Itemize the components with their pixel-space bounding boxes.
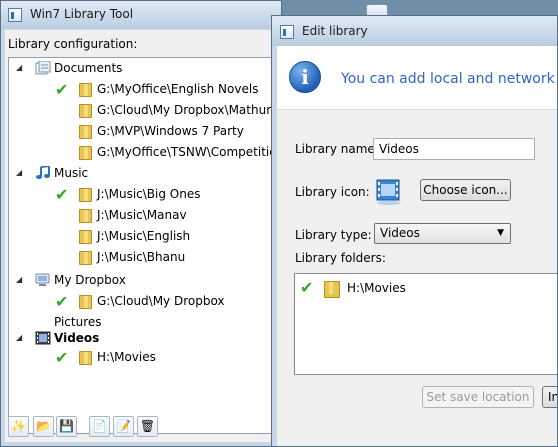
check-icon: ✔ xyxy=(55,80,69,99)
app-icon xyxy=(8,8,22,22)
dialog-titlebar[interactable]: Edit library xyxy=(272,16,557,46)
folder-icon xyxy=(79,351,92,365)
check-icon: ✔ xyxy=(55,348,69,367)
library-name: Music xyxy=(54,166,89,180)
video-library-icon xyxy=(375,174,405,206)
folder-icon xyxy=(79,209,92,223)
delete-icon[interactable]: 🗑 xyxy=(137,416,158,437)
collapse-arrow-icon[interactable]: ◢ xyxy=(16,333,22,342)
check-icon: ✔ xyxy=(55,292,69,311)
collapse-arrow-icon[interactable]: ◢ xyxy=(16,63,22,72)
folder-icon xyxy=(79,251,92,265)
set-save-location-button[interactable]: Set save location xyxy=(422,386,534,408)
library-name-label: Library name: xyxy=(295,142,379,156)
library-name: My Dropbox xyxy=(54,273,126,287)
folder-path: G:\Cloud\My Dropbox\Mathurs xyxy=(97,103,278,117)
folder-path: J:\Music\English xyxy=(97,229,191,243)
folder-path: J:\Music\Bhanu xyxy=(97,250,186,264)
folder-path: H:\Movies xyxy=(347,281,406,295)
library-tree[interactable]: ◢ Documents ✔ G:\MyOffice\English Novels… xyxy=(8,57,284,434)
new-library-icon[interactable]: 📄 xyxy=(89,416,110,437)
include-folder-button[interactable]: In xyxy=(542,386,557,408)
folder-icon xyxy=(79,146,92,160)
window-title: Win7 Library Tool xyxy=(30,7,134,21)
library-config-label: Library configuration: xyxy=(8,37,138,51)
folder-path: G:\MyOffice\English Novels xyxy=(97,82,259,96)
collapse-arrow-icon[interactable]: ◢ xyxy=(16,168,22,177)
open-folder-icon[interactable]: 📂 xyxy=(33,416,54,437)
library-type-value: Videos xyxy=(380,226,420,240)
library-tool-window: Win7 Library Tool Library configuration:… xyxy=(0,0,388,447)
folder-path: G:\Cloud\My Dropbox xyxy=(97,294,225,308)
save-icon[interactable]: 💾 xyxy=(56,416,77,437)
folder-path: J:\Music\Manav xyxy=(97,208,187,222)
app-icon xyxy=(280,25,294,39)
folder-icon xyxy=(324,281,340,298)
dialog-header: i You can add local and network fold xyxy=(277,46,557,110)
folder-icon xyxy=(79,230,92,244)
library-type-label: Library type: xyxy=(295,228,372,242)
dialog-client-area: i You can add local and network fold Lib… xyxy=(277,46,557,446)
main-titlebar[interactable]: Win7 Library Tool xyxy=(1,1,388,29)
library-name: Videos xyxy=(54,331,100,345)
folder-path: G:\MyOffice\TSNW\Competition xyxy=(97,145,285,159)
folder-icon xyxy=(79,188,92,202)
library-folders-label: Library folders: xyxy=(295,251,386,265)
folder-path: H:\Movies xyxy=(97,350,156,364)
collapse-arrow-icon[interactable]: ◢ xyxy=(16,275,22,284)
documents-library-icon xyxy=(35,60,51,75)
folder-path: J:\Music\Big Ones xyxy=(97,187,201,201)
folder-icon xyxy=(79,104,92,118)
library-icon-label: Library icon: xyxy=(295,185,370,199)
dropdown-arrow-icon: ▼ xyxy=(497,228,504,238)
edit-library-icon[interactable]: 📝 xyxy=(113,416,134,437)
main-client-area: Library configuration: ◢ Documents ✔ G:\… xyxy=(5,30,284,442)
dialog-header-text: You can add local and network fold xyxy=(341,71,557,87)
videos-library-icon xyxy=(35,331,51,345)
library-folders-list[interactable]: ✔ H:\Movies xyxy=(294,273,557,375)
dialog-title: Edit library xyxy=(302,24,368,38)
info-icon: i xyxy=(289,61,321,93)
library-name-input[interactable] xyxy=(373,138,535,160)
choose-icon-button[interactable]: Choose icon... xyxy=(420,179,511,201)
edit-library-dialog: Edit library i You can add local and net… xyxy=(271,15,558,447)
library-name: Documents xyxy=(54,61,123,75)
folder-icon xyxy=(79,125,92,139)
music-library-icon xyxy=(35,164,51,180)
dropbox-library-icon xyxy=(35,273,51,287)
library-type-select[interactable]: Videos ▼ xyxy=(374,223,511,244)
check-icon: ✔ xyxy=(300,278,314,297)
folder-path: G:\MVP\Windows 7 Party xyxy=(97,124,244,138)
folder-icon xyxy=(79,83,92,97)
folder-icon xyxy=(79,295,92,309)
library-name: Pictures xyxy=(54,315,102,329)
check-icon: ✔ xyxy=(55,185,69,204)
wand-icon[interactable]: ✨ xyxy=(8,416,29,437)
